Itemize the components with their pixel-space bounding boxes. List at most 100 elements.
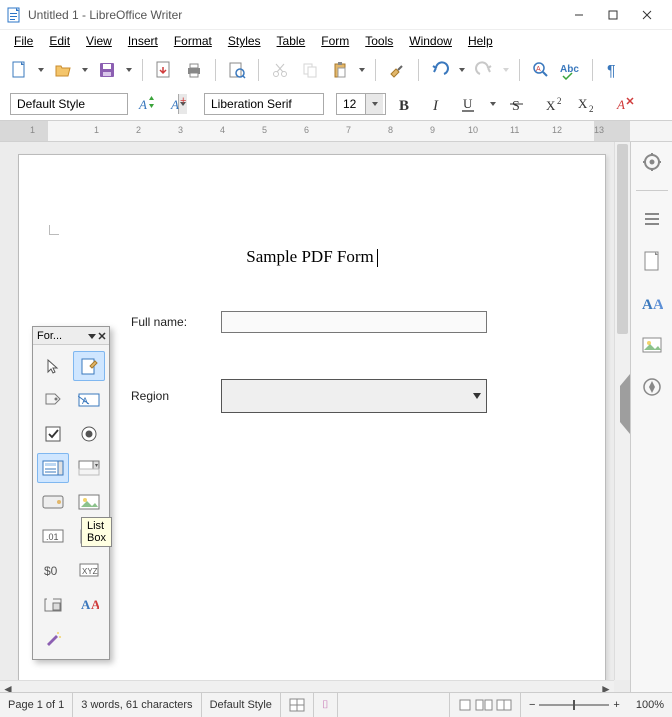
redo-dropdown[interactable]	[501, 57, 511, 83]
zoom-out-icon[interactable]: −	[529, 699, 535, 711]
save-button[interactable]	[94, 57, 120, 83]
open-button[interactable]	[50, 57, 76, 83]
status-signature[interactable]	[338, 693, 450, 717]
sidebar-tabbar: AA	[630, 142, 672, 696]
push-button-control-button[interactable]	[37, 487, 69, 517]
open-dropdown[interactable]	[80, 57, 90, 83]
menu-file[interactable]: File	[8, 32, 39, 50]
redo-button[interactable]	[471, 57, 497, 83]
menu-insert[interactable]: Insert	[122, 32, 164, 50]
copy-button[interactable]	[297, 57, 323, 83]
status-style[interactable]: Default Style	[202, 693, 281, 717]
currency-field-button[interactable]: $0	[37, 555, 69, 585]
menu-help[interactable]: Help	[462, 32, 499, 50]
sidebar-navigator-icon[interactable]	[638, 373, 666, 401]
svg-text:Abc: Abc	[560, 64, 579, 75]
sidebar-gallery-icon[interactable]	[638, 331, 666, 359]
save-dropdown[interactable]	[124, 57, 134, 83]
svg-text:2: 2	[557, 96, 562, 106]
sidebar-page-icon[interactable]	[638, 247, 666, 275]
wizards-toggle-button[interactable]	[37, 623, 69, 653]
palette-dropdown-icon[interactable]	[87, 331, 97, 341]
subscript-button[interactable]: X2	[574, 91, 600, 117]
select-tool-button[interactable]	[37, 351, 69, 381]
document-area[interactable]: Sample PDF Form Full name: Region For...	[0, 142, 630, 696]
menu-form[interactable]: Form	[315, 32, 355, 50]
doc-title-text[interactable]: Sample PDF Form	[19, 247, 605, 267]
svg-text:2: 2	[589, 104, 594, 114]
formatting-marks-button[interactable]: ¶	[601, 57, 627, 83]
chevron-down-icon	[472, 391, 482, 401]
menu-edit[interactable]: Edit	[43, 32, 76, 50]
font-size-dropdown[interactable]	[365, 94, 383, 114]
underline-dropdown[interactable]	[488, 91, 498, 117]
vscroll-thumb[interactable]	[617, 144, 628, 334]
palette-titlebar[interactable]: For...	[33, 327, 109, 345]
combobox-control-button[interactable]	[73, 453, 105, 483]
font-size-combo[interactable]	[336, 93, 386, 115]
print-button[interactable]	[181, 57, 207, 83]
form-controls-palette[interactable]: For... A .01 7 $0 XYZ	[32, 326, 110, 660]
status-page[interactable]: Page 1 of 1	[0, 693, 73, 717]
design-mode-button[interactable]	[73, 351, 105, 381]
close-button[interactable]	[630, 3, 664, 27]
update-style-button[interactable]: A	[134, 91, 160, 117]
print-preview-button[interactable]	[224, 57, 250, 83]
listbox-control-button[interactable]	[37, 453, 69, 483]
checkbox-control-button[interactable]	[37, 419, 69, 449]
undo-dropdown[interactable]	[457, 57, 467, 83]
sidebar-settings-icon[interactable]	[638, 148, 666, 176]
group-box-button[interactable]	[37, 589, 69, 619]
new-dropdown[interactable]	[36, 57, 46, 83]
menu-tools[interactable]: Tools	[359, 32, 399, 50]
menu-table[interactable]: Table	[271, 32, 312, 50]
spellcheck-button[interactable]: Abc	[558, 57, 584, 83]
paste-button[interactable]	[327, 57, 353, 83]
export-pdf-button[interactable]	[151, 57, 177, 83]
sidebar-properties-icon[interactable]	[638, 205, 666, 233]
font-name-combo[interactable]	[204, 93, 324, 115]
image-button-control-button[interactable]	[73, 487, 105, 517]
pattern-field-button[interactable]: AA	[73, 589, 105, 619]
clone-formatting-button[interactable]	[384, 57, 410, 83]
status-wordcount[interactable]: 3 words, 61 characters	[73, 693, 201, 717]
horizontal-ruler[interactable]: 1 1 2 3 4 5 6 7 8 9 10 11 12 13	[0, 120, 672, 142]
superscript-button[interactable]: X2	[542, 91, 568, 117]
fullname-textbox-control[interactable]	[221, 311, 487, 333]
cut-button[interactable]	[267, 57, 293, 83]
zoom-slider[interactable]: − +	[521, 699, 628, 711]
palette-close-icon[interactable]	[97, 331, 107, 341]
region-combobox-control[interactable]	[221, 379, 487, 413]
svg-text:A: A	[536, 66, 541, 73]
italic-button[interactable]: I	[424, 91, 450, 117]
zoom-in-icon[interactable]: +	[613, 699, 619, 711]
formatted-field-button[interactable]: .01	[37, 521, 69, 551]
radio-control-button[interactable]	[73, 419, 105, 449]
status-insert-mode[interactable]: ⌷	[314, 693, 338, 717]
textbox-control-button[interactable]: A	[73, 385, 105, 415]
label-control-button[interactable]	[37, 385, 69, 415]
new-style-button[interactable]: A+	[166, 91, 192, 117]
bold-button[interactable]: B	[392, 91, 418, 117]
new-button[interactable]	[6, 57, 32, 83]
menu-window[interactable]: Window	[403, 32, 458, 50]
status-language[interactable]	[281, 693, 314, 717]
sidebar-styles-icon[interactable]: AA	[638, 289, 666, 317]
menu-view[interactable]: View	[80, 32, 118, 50]
paste-dropdown[interactable]	[357, 57, 367, 83]
status-view-layout[interactable]	[450, 693, 521, 717]
undo-button[interactable]	[427, 57, 453, 83]
status-zoom[interactable]: 100%	[628, 693, 672, 717]
find-replace-button[interactable]: A	[528, 57, 554, 83]
paragraph-style-combo[interactable]	[10, 93, 128, 115]
minimize-button[interactable]	[562, 3, 596, 27]
maximize-button[interactable]	[596, 3, 630, 27]
menu-styles[interactable]: Styles	[222, 32, 267, 50]
strikethrough-button[interactable]: S	[504, 91, 530, 117]
underline-button[interactable]: U	[456, 91, 482, 117]
numeric-field-button[interactable]: XYZ	[73, 555, 105, 585]
clear-formatting-button[interactable]: A	[612, 91, 638, 117]
palette-title-text: For...	[37, 330, 62, 342]
menu-format[interactable]: Format	[168, 32, 218, 50]
font-size-input[interactable]	[337, 94, 365, 114]
